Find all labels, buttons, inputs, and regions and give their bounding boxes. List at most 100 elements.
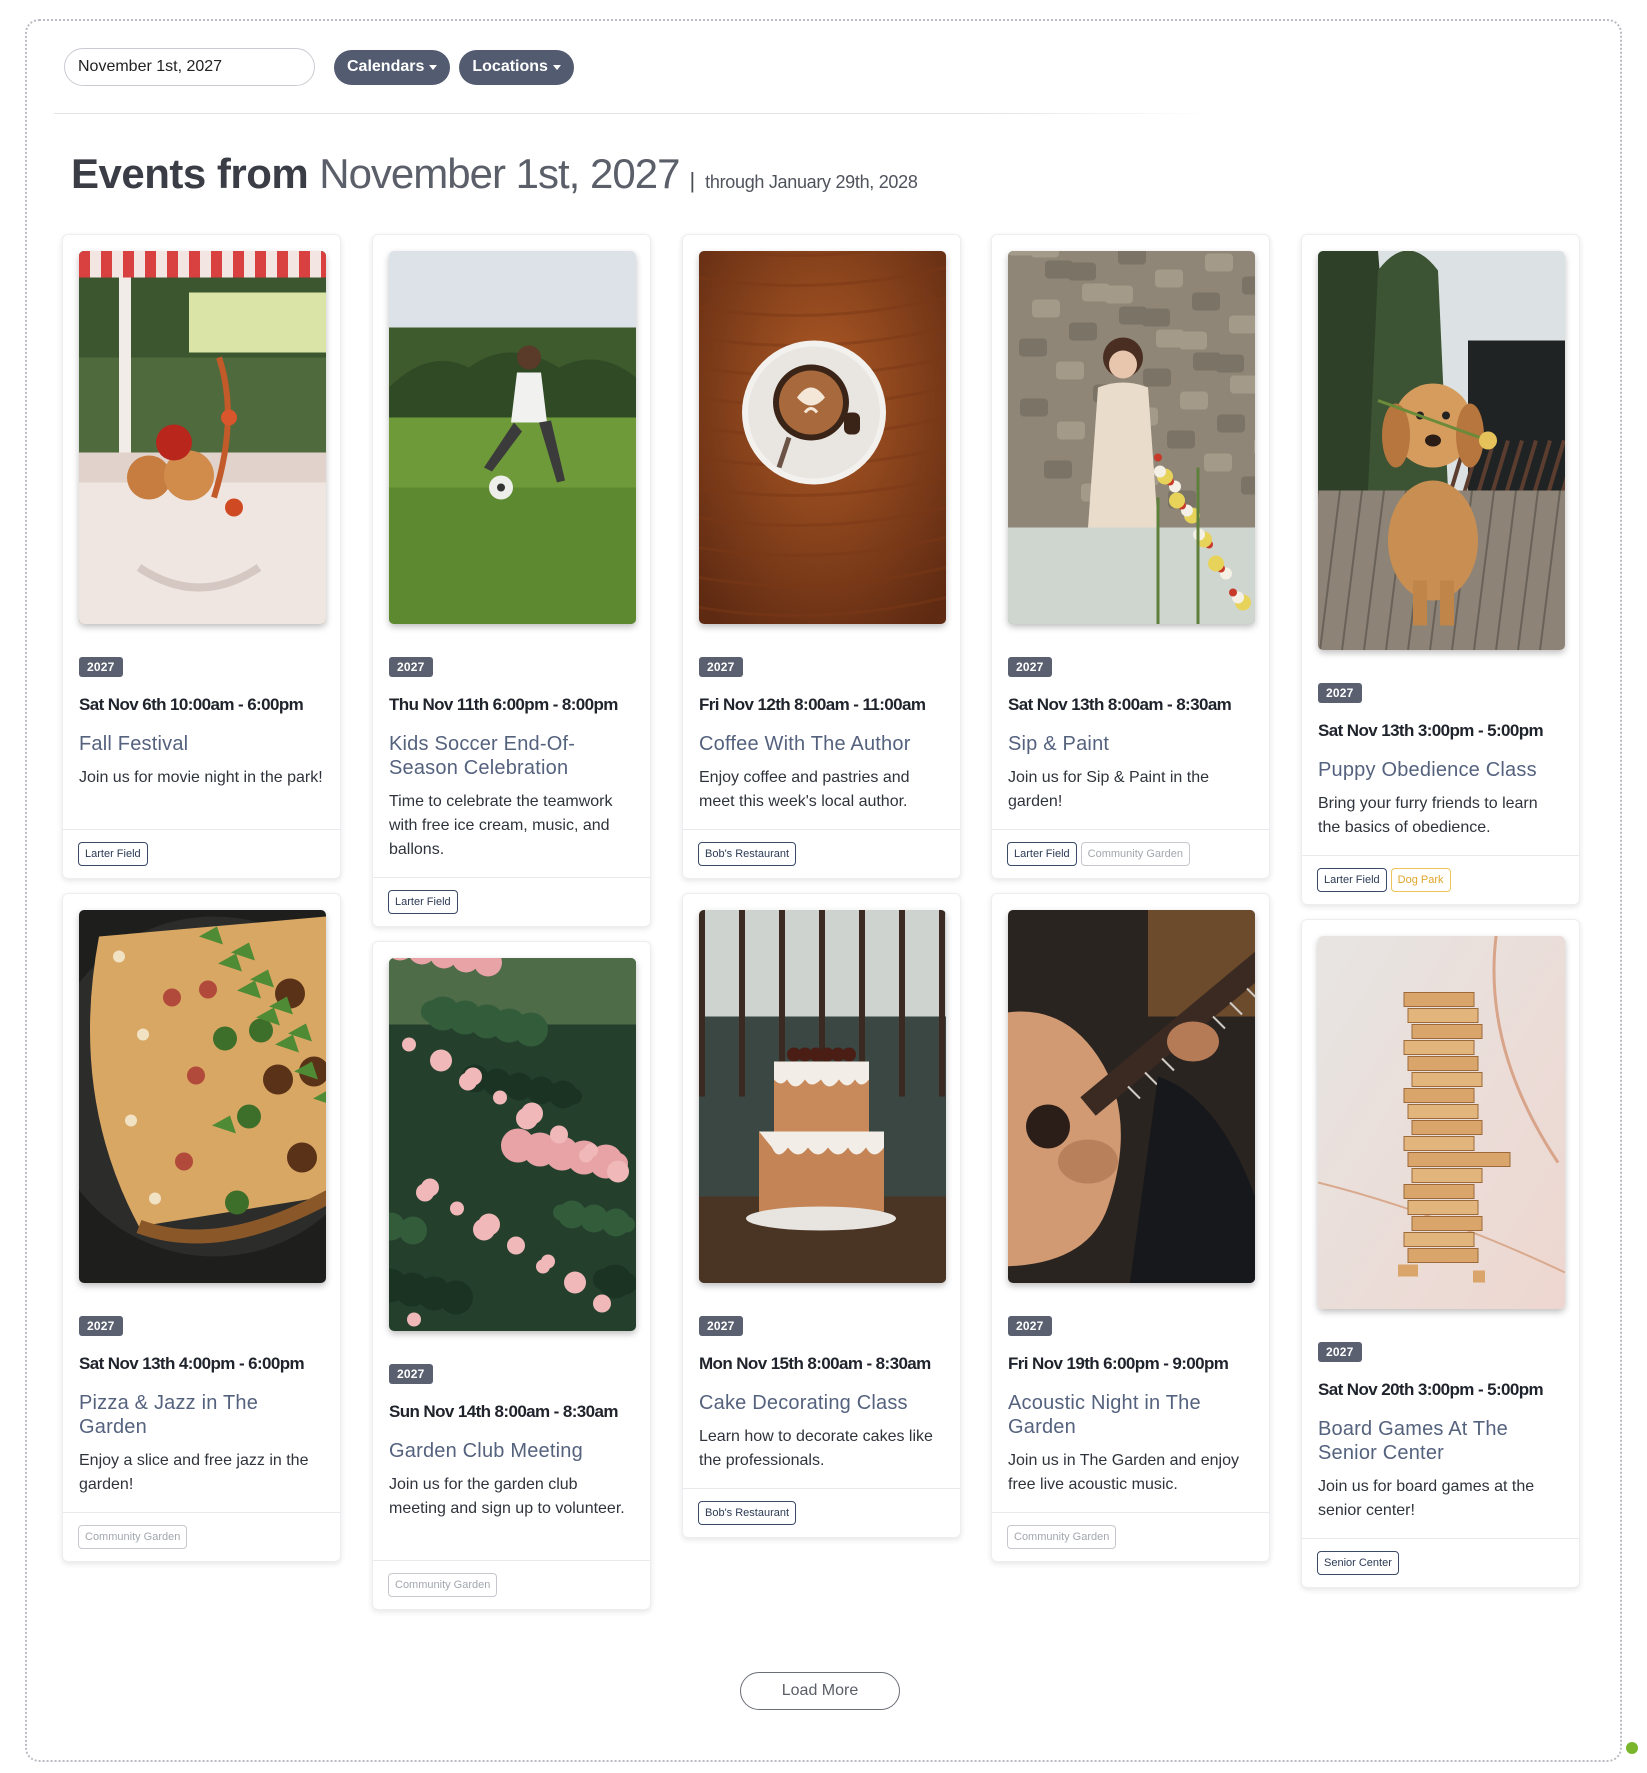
event-datetime: Sat Nov 13th 8:00am - 8:30am xyxy=(1008,695,1232,714)
year-badge: 2027 xyxy=(1318,683,1362,703)
location-tag[interactable]: Larter Field xyxy=(1007,842,1077,866)
event-body: 2027 Sat Nov 13th 3:00pm - 5:00pm Puppy … xyxy=(1318,683,1563,840)
year-badge: 2027 xyxy=(79,1316,123,1336)
event-body: 2027 Sat Nov 13th 8:00am - 8:30am Sip & … xyxy=(1008,657,1253,814)
event-description: Time to celebrate the teamwork with free… xyxy=(389,793,613,858)
event-photo xyxy=(1318,936,1565,1309)
event-tags: Bob's Restaurant xyxy=(683,829,960,878)
event-description: Enjoy coffee and pastries and meet this … xyxy=(699,769,910,810)
event-title[interactable]: Cake Decorating Class xyxy=(699,1391,944,1415)
title-prefix: Events from xyxy=(71,150,309,197)
event-description: Join us for Sip & Paint in the garden! xyxy=(1008,769,1209,810)
event-datetime: Thu Nov 11th 6:00pm - 8:00pm xyxy=(389,695,618,714)
event-card[interactable]: 2027 Sat Nov 13th 8:00am - 8:30am Sip & … xyxy=(991,234,1270,879)
event-tags: Larter Field xyxy=(63,829,340,878)
title-through-date: through January 29th, 2028 xyxy=(705,172,918,192)
event-card[interactable]: 2027 Sat Nov 13th 3:00pm - 5:00pm Puppy … xyxy=(1301,234,1580,905)
event-datetime: Sat Nov 13th 4:00pm - 6:00pm xyxy=(79,1354,305,1373)
event-description: Enjoy a slice and free jazz in the garde… xyxy=(79,1452,309,1493)
event-card[interactable]: 2027 Sun Nov 14th 8:00am - 8:30am Garden… xyxy=(372,941,651,1610)
event-body: 2027 Fri Nov 12th 8:00am - 11:00am Coffe… xyxy=(699,657,944,814)
event-body: 2027 Sat Nov 6th 10:00am - 6:00pm Fall F… xyxy=(79,657,324,790)
event-photo xyxy=(699,910,946,1283)
filter-toolbar: Calendars Locations xyxy=(64,48,574,86)
event-card[interactable]: 2027 Fri Nov 19th 6:00pm - 9:00pm Acoust… xyxy=(991,893,1270,1562)
event-description: Learn how to decorate cakes like the pro… xyxy=(699,1428,933,1469)
event-body: 2027 Sat Nov 20th 3:00pm - 5:00pm Board … xyxy=(1318,1342,1563,1523)
year-badge: 2027 xyxy=(699,657,743,677)
event-title[interactable]: Acoustic Night in The Garden xyxy=(1008,1391,1253,1439)
year-badge: 2027 xyxy=(1008,1316,1052,1336)
event-photo xyxy=(79,251,326,624)
event-description: Join us for the garden club meeting and … xyxy=(389,1476,625,1517)
calendars-dropdown-button[interactable]: Calendars xyxy=(334,49,451,85)
event-datetime: Sun Nov 14th 8:00am - 8:30am xyxy=(389,1402,618,1421)
event-datetime: Fri Nov 12th 8:00am - 11:00am xyxy=(699,695,926,714)
event-body: 2027 Sat Nov 13th 4:00pm - 6:00pm Pizza … xyxy=(79,1316,324,1497)
event-title[interactable]: Garden Club Meeting xyxy=(389,1439,634,1463)
event-photo xyxy=(389,251,636,624)
location-tag[interactable]: Larter Field xyxy=(78,842,148,866)
header-divider xyxy=(54,113,1214,114)
event-card[interactable]: 2027 Fri Nov 12th 8:00am - 11:00am Coffe… xyxy=(682,234,961,879)
location-tag[interactable]: Larter Field xyxy=(1317,868,1387,892)
event-tags: Larter Field xyxy=(373,877,650,926)
event-title[interactable]: Pizza & Jazz in The Garden xyxy=(79,1391,324,1439)
event-card[interactable]: 2027 Thu Nov 11th 6:00pm - 8:00pm Kids S… xyxy=(372,234,651,927)
event-tags: Bob's Restaurant xyxy=(683,1488,960,1537)
location-tag[interactable]: Community Garden xyxy=(1080,842,1191,866)
event-datetime: Sat Nov 6th 10:00am - 6:00pm xyxy=(79,695,304,714)
event-card[interactable]: 2027 Mon Nov 15th 8:00am - 8:30am Cake D… xyxy=(682,893,961,1538)
location-tag[interactable]: Dog Park xyxy=(1390,868,1451,892)
year-badge: 2027 xyxy=(1008,657,1052,677)
event-tags: Community Garden xyxy=(992,1512,1269,1561)
location-tag[interactable]: Community Garden xyxy=(388,1573,498,1597)
year-badge: 2027 xyxy=(389,1364,433,1384)
location-tag[interactable]: Larter Field xyxy=(388,890,458,914)
event-photo xyxy=(699,251,946,624)
caret-down-icon xyxy=(429,65,438,70)
event-body: 2027 Sun Nov 14th 8:00am - 8:30am Garden… xyxy=(389,1364,634,1521)
event-card[interactable]: 2027 Sat Nov 20th 3:00pm - 5:00pm Board … xyxy=(1301,919,1580,1588)
event-tags: Larter Field Community Garden xyxy=(992,829,1269,878)
title-separator: | xyxy=(689,168,696,193)
event-photo xyxy=(1318,251,1565,650)
event-title[interactable]: Fall Festival xyxy=(79,732,324,756)
event-description: Bring your furry friends to learn the ba… xyxy=(1318,795,1538,836)
page-title: Events from November 1st, 2027 | through… xyxy=(71,150,918,198)
event-card[interactable]: 2027 Sat Nov 13th 4:00pm - 6:00pm Pizza … xyxy=(62,893,341,1562)
event-title[interactable]: Sip & Paint xyxy=(1008,732,1253,756)
event-description: Join us in The Garden and enjoy free liv… xyxy=(1008,1452,1239,1493)
event-photo xyxy=(1008,251,1255,624)
event-photo xyxy=(389,958,636,1331)
title-start-date: November 1st, 2027 xyxy=(319,150,680,197)
event-body: 2027 Fri Nov 19th 6:00pm - 9:00pm Acoust… xyxy=(1008,1316,1253,1497)
location-tag[interactable]: Bob's Restaurant xyxy=(698,842,797,866)
event-title[interactable]: Board Games At The Senior Center xyxy=(1318,1417,1563,1465)
location-tag[interactable]: Community Garden xyxy=(78,1525,188,1549)
event-title[interactable]: Kids Soccer End-Of-Season Celebration xyxy=(389,732,634,780)
event-title[interactable]: Coffee With The Author xyxy=(699,732,944,756)
location-tag[interactable]: Community Garden xyxy=(1007,1525,1117,1549)
event-datetime: Mon Nov 15th 8:00am - 8:30am xyxy=(699,1354,931,1373)
event-photo xyxy=(79,910,326,1283)
event-card[interactable]: 2027 Sat Nov 6th 10:00am - 6:00pm Fall F… xyxy=(62,234,341,879)
event-description: Join us for movie night in the park! xyxy=(79,769,323,786)
location-tag[interactable]: Senior Center xyxy=(1317,1551,1399,1575)
year-badge: 2027 xyxy=(1318,1342,1362,1362)
event-tags: Community Garden xyxy=(63,1512,340,1561)
event-title[interactable]: Puppy Obedience Class xyxy=(1318,758,1563,782)
event-tags: Larter Field Dog Park xyxy=(1302,855,1579,904)
location-tag[interactable]: Bob's Restaurant xyxy=(698,1501,797,1525)
year-badge: 2027 xyxy=(79,657,123,677)
load-more-button[interactable]: Load More xyxy=(740,1672,900,1710)
date-input[interactable] xyxy=(64,48,315,86)
status-dot xyxy=(1626,1742,1638,1754)
event-description: Join us for board games at the senior ce… xyxy=(1318,1478,1535,1519)
event-body: 2027 Mon Nov 15th 8:00am - 8:30am Cake D… xyxy=(699,1316,944,1473)
event-datetime: Sat Nov 13th 3:00pm - 5:00pm xyxy=(1318,721,1544,740)
year-badge: 2027 xyxy=(699,1316,743,1336)
caret-down-icon xyxy=(552,65,561,70)
event-tags: Community Garden xyxy=(373,1560,650,1609)
locations-dropdown-button[interactable]: Locations xyxy=(459,49,574,85)
